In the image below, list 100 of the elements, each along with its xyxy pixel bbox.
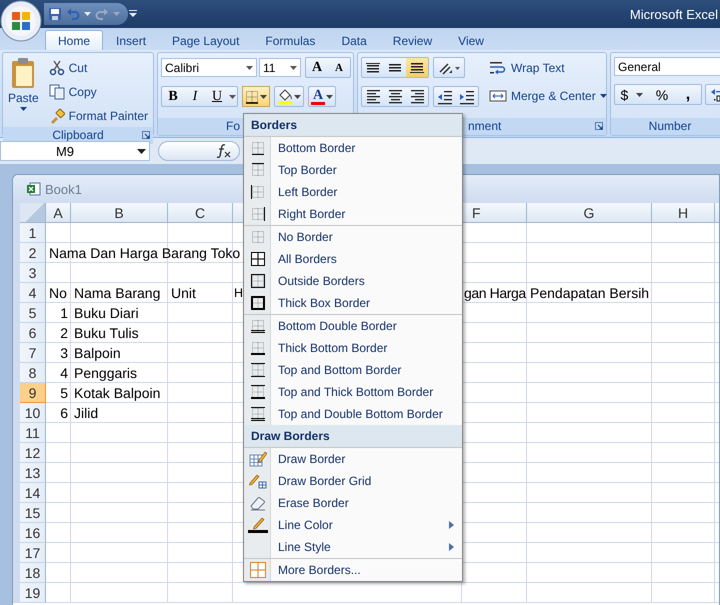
row-header[interactable]: 3 <box>20 263 46 283</box>
menu-item[interactable]: Line Color <box>244 514 462 536</box>
menu-item[interactable]: Top and Thick Bottom Border <box>244 381 462 403</box>
grow-font-button[interactable]: A <box>306 58 328 77</box>
menu-item[interactable]: Draw Border Grid <box>244 470 462 492</box>
pencil-line-icon <box>248 517 268 533</box>
menu-item[interactable]: Outside Borders <box>244 270 462 292</box>
shrink-font-button[interactable]: A <box>328 58 350 77</box>
workbook-title: Book1 <box>45 182 82 196</box>
cell-text: Buku Tulis <box>73 325 140 341</box>
row-header[interactable]: 9 <box>20 383 46 403</box>
column-header[interactable]: A <box>46 203 71 223</box>
row-header[interactable]: 14 <box>20 483 46 503</box>
font-color-button[interactable]: A <box>309 87 336 106</box>
function-icon[interactable] <box>215 144 231 158</box>
column-header[interactable]: G <box>527 203 652 223</box>
spreadsheet-icon <box>27 182 41 196</box>
indent-icon <box>459 88 475 104</box>
customize-arrow-icon[interactable] <box>128 10 138 18</box>
row-header[interactable]: 16 <box>20 523 46 543</box>
name-box[interactable]: M9 <box>0 141 150 161</box>
row-header[interactable]: 7 <box>20 343 46 363</box>
cell-text: 5 <box>59 385 69 401</box>
row-header[interactable]: 18 <box>20 563 46 583</box>
group-label: Number <box>648 118 692 135</box>
menu-item[interactable]: Bottom Double Border <box>244 315 462 337</box>
number-format-field[interactable]: General <box>614 57 720 76</box>
currency-button[interactable]: $ <box>615 85 649 104</box>
italic-button[interactable]: I <box>184 87 206 106</box>
row-header[interactable]: 1 <box>20 223 46 243</box>
increase-decimal-icon[interactable] <box>710 88 720 102</box>
ribbon-tab[interactable]: Insert <box>103 30 160 50</box>
copy-button[interactable]: Copy <box>46 81 150 103</box>
row-header[interactable]: 2 <box>20 243 46 263</box>
column-header[interactable]: H <box>652 203 715 223</box>
row-header[interactable]: 6 <box>20 323 46 343</box>
wrap-text-button[interactable]: Wrap Text <box>487 57 609 79</box>
column-header[interactable]: B <box>71 203 168 223</box>
font-name-field[interactable]: Calibri <box>161 58 257 77</box>
bottom-align-button[interactable] <box>406 58 428 77</box>
cell-text: Buku Diari <box>73 305 140 321</box>
ribbon-tab[interactable]: Home <box>45 30 104 50</box>
menu-item[interactable]: Top and Double Bottom Border <box>244 403 462 425</box>
row-header[interactable]: 13 <box>20 463 46 483</box>
paint-bucket-icon <box>277 88 293 104</box>
percent-button[interactable]: % <box>649 85 675 104</box>
menu-item[interactable]: Bottom Border <box>244 137 462 159</box>
underline-button[interactable]: U <box>206 87 228 106</box>
menu-item[interactable]: Right Border <box>244 203 462 225</box>
dropdown-arrow-icon[interactable] <box>137 149 146 154</box>
ribbon-tab[interactable]: Data <box>328 30 380 50</box>
row-header[interactable]: 5 <box>20 303 46 323</box>
menu-item[interactable]: Top and Bottom Border <box>244 359 462 381</box>
bold-button[interactable]: B <box>162 87 184 106</box>
menu-item[interactable]: More Borders... <box>244 559 462 581</box>
row-header[interactable]: 10 <box>20 403 46 423</box>
cell-text: 4 <box>59 365 69 381</box>
menu-item[interactable]: Top Border <box>244 159 462 181</box>
menu-item[interactable]: Line Style <box>244 536 462 558</box>
menu-item[interactable]: Thick Bottom Border <box>244 337 462 359</box>
ribbon-tab[interactable]: Formulas <box>252 30 328 50</box>
cell-text: Balpoin <box>73 345 122 361</box>
dropdown-arrow-icon <box>290 66 297 70</box>
menu-item[interactable]: No Border <box>244 226 462 248</box>
column-header[interactable]: C <box>168 203 233 223</box>
dialog-launcher-icon[interactable] <box>142 131 150 139</box>
align-lines-icon <box>366 90 380 104</box>
save-icon[interactable] <box>48 7 62 21</box>
row-header[interactable]: 8 <box>20 363 46 383</box>
column-header[interactable]: F <box>462 203 527 223</box>
comma-button[interactable]: , <box>675 85 701 104</box>
row-header[interactable]: 11 <box>20 423 46 443</box>
menu-item[interactable]: Erase Border <box>244 492 462 514</box>
row-header[interactable]: 15 <box>20 503 46 523</box>
row-header[interactable]: 12 <box>20 443 46 463</box>
dropdown-arrow-icon <box>113 12 120 16</box>
row-header[interactable]: 17 <box>20 543 46 563</box>
group-label: Fo <box>226 118 240 135</box>
paintbrush-icon <box>48 108 65 124</box>
ribbon-tab[interactable]: Page Layout <box>159 30 252 50</box>
ribbon-tab[interactable]: Review <box>380 30 446 50</box>
ribbon-tab[interactable]: View <box>445 30 497 50</box>
row-header[interactable]: 4 <box>20 283 46 303</box>
submenu-arrow-icon <box>449 543 454 551</box>
font-size-field[interactable]: 11 <box>259 58 301 77</box>
orientation-icon[interactable] <box>437 60 461 74</box>
menu-item[interactable]: All Borders <box>244 248 462 270</box>
dropdown-arrow-icon <box>246 66 253 70</box>
menu-item[interactable]: Draw Border <box>244 448 462 470</box>
cut-button[interactable]: Cut <box>46 57 150 79</box>
format-painter-button[interactable]: Format Painter <box>46 105 150 127</box>
row-header[interactable]: 19 <box>20 583 46 603</box>
dialog-launcher-icon[interactable] <box>595 122 603 130</box>
align-lines-icon <box>410 90 424 104</box>
paste-button[interactable]: Paste <box>6 57 41 127</box>
cell-text: H <box>233 286 244 300</box>
indent-icon <box>437 88 453 104</box>
merge-center-button[interactable]: Merge & Center <box>487 85 609 107</box>
menu-item[interactable]: Thick Box Border <box>244 292 462 314</box>
menu-item[interactable]: Left Border <box>244 181 462 203</box>
